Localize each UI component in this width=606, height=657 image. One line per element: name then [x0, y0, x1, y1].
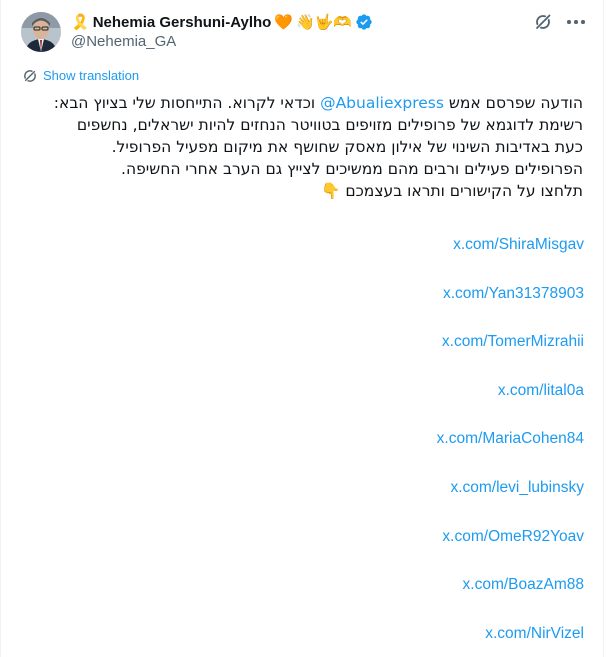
tweet-line-text: הודעה שפרסם אמש: [443, 94, 583, 112]
author-name[interactable]: Nehemia Gershuni-Aylho: [93, 14, 272, 31]
profile-link[interactable]: x.com/ShiraMisgav: [437, 230, 584, 279]
profile-link[interactable]: x.com/NirVizel: [437, 619, 584, 657]
tweet-line: הודעה שפרסם אמש @Abualiexpress וכדאי לקר…: [17, 92, 583, 114]
profile-link[interactable]: x.com/Yan31378903: [437, 279, 584, 328]
mention-link[interactable]: @Abualiexpress: [320, 94, 444, 112]
profile-link[interactable]: x.com/TomerMizrahii: [437, 327, 584, 376]
profile-link[interactable]: x.com/MariaCohen84: [437, 424, 584, 473]
more-icon[interactable]: [567, 20, 585, 24]
profile-link[interactable]: x.com/OmeR92Yoav: [437, 522, 584, 571]
author-handle[interactable]: @Nehemia_GA: [71, 33, 176, 50]
tweet-card: 🎗️ Nehemia Gershuni-Aylho 🧡 👋 🤟 🫶 @Nehem…: [0, 0, 604, 657]
tweet-line: כעת באדיבות השינוי של אילון מאסק שחושף א…: [111, 138, 583, 156]
grok-icon[interactable]: [533, 12, 553, 32]
waving-hand-emoji: 👋: [296, 14, 315, 31]
orange-heart-emoji: 🧡: [274, 14, 294, 31]
profile-link[interactable]: x.com/levi_lubinsky: [437, 473, 584, 522]
more-dot: [574, 20, 578, 24]
verified-badge-icon: [355, 13, 373, 31]
tweet-text: הודעה שפרסם אמש @Abualiexpress וכדאי לקר…: [17, 92, 583, 202]
more-dot: [581, 20, 585, 24]
show-translation-button[interactable]: Show translation: [23, 68, 139, 83]
profile-link-list: x.com/ShiraMisgav x.com/Yan31378903 x.co…: [437, 230, 584, 657]
profile-link[interactable]: x.com/BoazAm88: [437, 570, 584, 619]
translate-icon: [23, 69, 37, 83]
tweet-line: הפרופילים פעילים ורבים מהם ממשיכים לצייץ…: [121, 160, 583, 178]
more-dot: [567, 20, 571, 24]
show-translation-label[interactable]: Show translation: [43, 68, 139, 83]
tweet-line: רשימת לדוגמא של פרופילים מזויפים בטוויטר…: [76, 116, 583, 134]
heart-hands-emoji: 🫶: [333, 14, 353, 31]
author-name-row[interactable]: 🎗️ Nehemia Gershuni-Aylho 🧡 👋 🤟 🫶: [71, 12, 373, 32]
ribbon-emoji: 🎗️: [71, 14, 90, 31]
avatar[interactable]: [21, 12, 61, 52]
tweet-line: תלחצו על הקישורים ותראו בעצמכם 👇: [321, 182, 583, 200]
tweet-line-text: וכדאי לקרוא. התייחסות שלי בציוץ הבא:: [53, 94, 321, 112]
profile-link[interactable]: x.com/lital0a: [437, 376, 584, 425]
love-you-gesture-emoji: 🤟: [314, 14, 334, 31]
